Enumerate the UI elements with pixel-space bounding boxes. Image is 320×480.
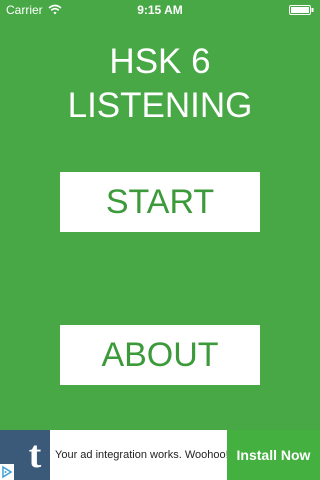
status-time: 9:15 AM	[137, 3, 183, 17]
tumblr-logo-icon[interactable]: t	[0, 430, 50, 480]
adchoices-icon[interactable]	[0, 464, 14, 480]
app-title-line-1: HSK 6	[109, 42, 211, 81]
ad-banner[interactable]: t Your ad integration works. Woohoo! Ins…	[0, 430, 320, 480]
app-title-line-2: LISTENING	[67, 86, 253, 125]
app-title: HSK 6 LISTENING	[0, 40, 320, 128]
start-button[interactable]: START	[60, 172, 260, 232]
install-now-button[interactable]: Install Now	[227, 430, 320, 480]
status-bar: Carrier 9:15 AM	[0, 0, 320, 20]
ad-text: Your ad integration works. Woohoo!	[55, 449, 229, 461]
ad-logo-letter: t	[28, 434, 42, 476]
about-button[interactable]: ABOUT	[60, 325, 260, 385]
battery-icon	[289, 5, 314, 15]
